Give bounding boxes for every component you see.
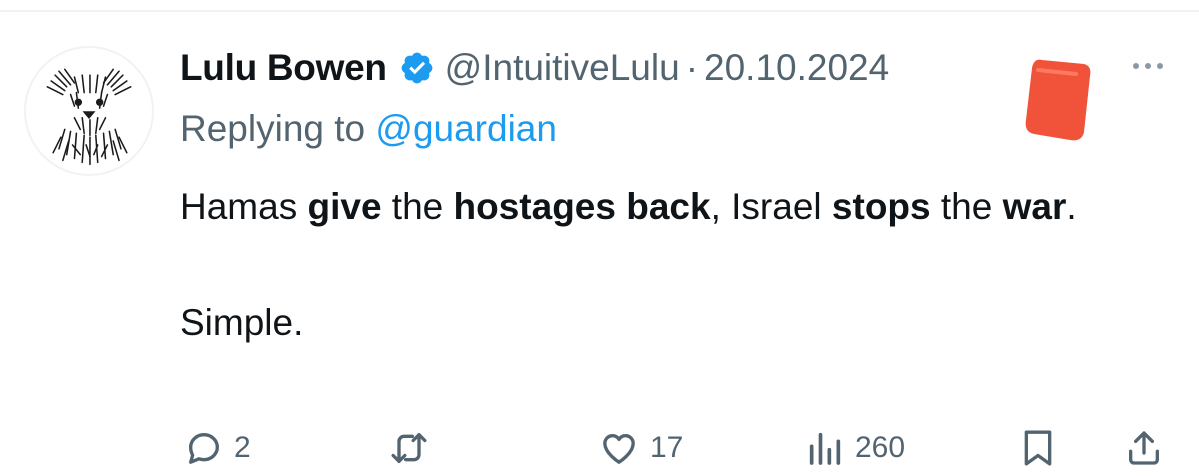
tweet[interactable]: Lulu Bowen @IntuitiveLulu · 20.10.2024 R…: [0, 0, 1199, 474]
retweet-button[interactable]: [386, 420, 442, 476]
action-bar: 2 17 260: [0, 420, 1199, 476]
like-button[interactable]: 17: [598, 420, 683, 476]
retweet-icon: [391, 433, 427, 463]
handle[interactable]: @IntuitiveLulu: [445, 47, 680, 89]
like-count: 17: [650, 431, 684, 464]
text-bold-segment: stops: [831, 186, 931, 227]
text-segment: Hamas: [180, 186, 308, 227]
reply-icon: [189, 433, 219, 464]
replying-prefix: Replying to: [180, 108, 366, 149]
reply-button[interactable]: 2: [184, 420, 251, 476]
text-segment: .: [1066, 186, 1077, 227]
separator-dot: ·: [685, 47, 699, 88]
more-dots-icon[interactable]: [1126, 52, 1170, 80]
text-paragraph-2: Simple.: [180, 302, 304, 343]
share-icon: [1129, 431, 1159, 465]
heart-icon: [603, 434, 635, 464]
text-segment: the: [930, 186, 1003, 227]
avatar[interactable]: [24, 46, 154, 176]
replying-mention-link[interactable]: @guardian: [375, 108, 557, 149]
text-segment: the: [381, 186, 454, 227]
views-count: 260: [855, 431, 906, 464]
bookmark-button[interactable]: [1018, 420, 1058, 476]
verified-badge-icon[interactable]: [399, 50, 435, 86]
text-bold-segment: give: [307, 186, 382, 227]
dog-sketch-avatar-image: [46, 68, 132, 166]
text-segment: , Israel: [710, 186, 832, 227]
text-bold-segment: hostages back: [453, 186, 711, 227]
post-date[interactable]: 20.10.2024: [704, 47, 889, 89]
views-chart-icon: [809, 432, 841, 465]
tweet-header: Lulu Bowen @IntuitiveLulu · 20.10.2024: [180, 44, 889, 92]
share-button[interactable]: [1124, 420, 1164, 476]
bookmark-icon: [1024, 430, 1052, 466]
red-sticker-overlay: [1020, 54, 1100, 144]
tweet-text: Hamas give the hostages back, Israel sto…: [180, 178, 1170, 352]
reply-count: 2: [234, 431, 251, 464]
display-name[interactable]: Lulu Bowen: [180, 47, 387, 89]
replying-to: Replying to @guardian: [180, 108, 557, 150]
views-button[interactable]: 260: [805, 420, 905, 476]
text-bold-segment: war: [1002, 186, 1067, 227]
